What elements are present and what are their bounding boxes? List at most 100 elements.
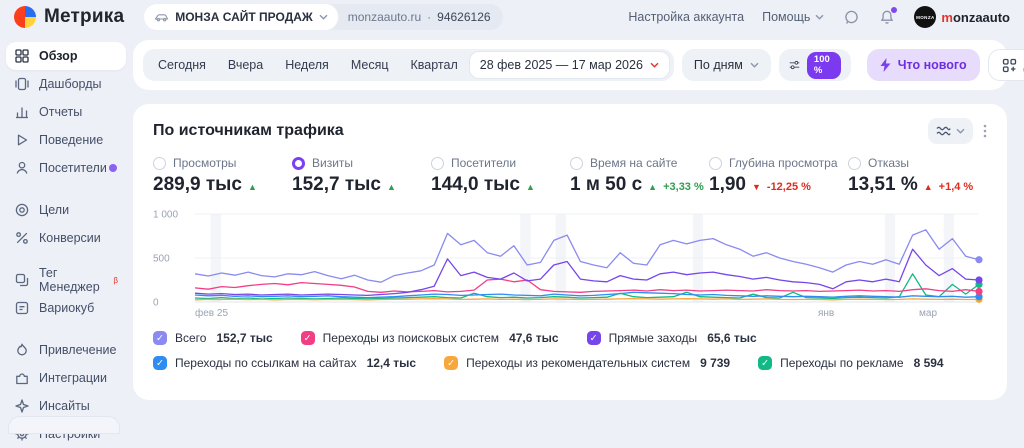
card-menu-button[interactable] — [983, 124, 987, 138]
metric-tab[interactable]: Просмотры289,9 тыс▲ — [153, 156, 292, 196]
trend-up-icon: ▲ — [526, 182, 535, 192]
traffic-chart[interactable]: 05001 000фев 25янвмар — [153, 206, 987, 327]
metric-label: Глубина просмотра — [729, 156, 838, 170]
overview-icon — [14, 48, 30, 64]
whats-new-label: Что нового — [898, 58, 967, 72]
waves-icon — [936, 125, 951, 137]
metric-tab[interactable]: Визиты152,7 тыс▲ — [292, 156, 431, 196]
metric-tab[interactable]: Посетители144,0 тыс▲ — [431, 156, 570, 196]
metric-delta: +3,33 % — [663, 181, 704, 193]
chevron-down-icon — [319, 14, 328, 20]
metric-label: Отказы — [868, 156, 909, 170]
counter-name-dropdown[interactable]: МОНЗА САЙТ ПРОДАЖ — [144, 4, 338, 30]
period-button[interactable]: Квартал — [400, 49, 469, 81]
period-button[interactable]: Вчера — [217, 49, 274, 81]
svg-text:янв: янв — [818, 308, 834, 319]
metric-delta: -12,25 % — [767, 181, 811, 193]
period-button[interactable]: Неделя — [274, 49, 340, 81]
radio-icon[interactable] — [709, 157, 722, 170]
sidebar-item-attraction[interactable]: Привлечение — [6, 336, 126, 364]
legend-label: Переходы из поисковых систем — [323, 331, 499, 345]
sidebar-item-label: Отчеты — [39, 105, 82, 119]
metric-label: Визиты — [312, 156, 353, 170]
notifications-button[interactable] — [878, 8, 896, 26]
counter-name: МОНЗА САЙТ ПРОДАЖ — [175, 10, 313, 24]
metric-delta: +1,4 % — [939, 181, 974, 193]
legend-checkbox-icon[interactable]: ✓ — [587, 331, 601, 345]
legend-checkbox-icon[interactable]: ✓ — [758, 356, 772, 370]
sidebar-item-goals[interactable]: Цели — [6, 196, 126, 224]
main-content: СегодняВчераНеделяМесяцКвартал 28 фев 20… — [133, 40, 1007, 400]
metric-tab[interactable]: Глубина просмотра1,90▼-12,25 % — [709, 156, 848, 196]
sidebar-item-dashboards[interactable]: Дашборды — [6, 70, 126, 98]
sidebar-item-overview[interactable]: Обзор — [6, 42, 126, 70]
sampling-control[interactable]: 100 % — [779, 49, 851, 81]
legend-value: 12,4 тыс — [367, 356, 417, 370]
counter-domain-id[interactable]: monzaauto.ru · 94626126 — [338, 10, 503, 24]
account-settings-link[interactable]: Настройка аккаунта — [628, 10, 744, 24]
new-feature-dot — [109, 164, 117, 172]
legend-item[interactable]: ✓Переходы по ссылкам на сайтах12,4 тыс — [153, 356, 416, 370]
whats-new-button[interactable]: Что нового — [867, 49, 980, 81]
dashboards-icon — [14, 76, 30, 92]
svg-text:фев 25: фев 25 — [195, 307, 228, 319]
sidebar-item-label: Обзор — [39, 49, 77, 63]
trend-up-icon: ▲ — [248, 182, 257, 192]
metric-value: 13,51 % — [848, 174, 918, 196]
sidebar-item-visitors[interactable]: Посетители — [6, 154, 126, 182]
legend-item[interactable]: ✓Переходы из поисковых систем47,6 тыс — [301, 331, 559, 345]
radio-icon[interactable] — [431, 157, 444, 170]
svg-text:0: 0 — [153, 298, 159, 309]
legend-item[interactable]: ✓Прямые заходы65,6 тыс — [587, 331, 757, 345]
sidebar-item-label: Интеграции — [39, 371, 107, 385]
metric-value: 144,0 тыс — [431, 174, 520, 196]
legend-item[interactable]: ✓Всего152,7 тыс — [153, 331, 273, 345]
metric-tab[interactable]: Отказы13,51 %▲+1,4 % — [848, 156, 987, 196]
sidebar-item-behavior[interactable]: Поведение — [6, 126, 126, 154]
behavior-icon — [14, 132, 30, 148]
sidebar-item-label: Конверсии — [39, 231, 101, 245]
granularity-dropdown[interactable]: По дням — [682, 49, 771, 81]
sidebar-item-variocube[interactable]: Вариокуб — [6, 294, 126, 322]
legend-item[interactable]: ✓Переходы по рекламе8 594 — [758, 356, 944, 370]
metric-tab[interactable]: Время на сайте1 м 50 с▲+3,33 % — [570, 156, 709, 196]
notification-dot — [891, 7, 897, 13]
date-range-value: 28 фев 2025 — 17 мар 2026 — [480, 58, 643, 72]
sidebar-item-reports[interactable]: Отчеты — [6, 98, 126, 126]
insights-icon — [14, 398, 30, 414]
chat-button[interactable] — [842, 8, 860, 26]
legend-checkbox-icon[interactable]: ✓ — [301, 331, 315, 345]
sidebar-item-tag-manager[interactable]: Тег Менеджерβ — [6, 266, 126, 294]
counter-selector: МОНЗА САЙТ ПРОДАЖ monzaauto.ru · 9462612… — [144, 4, 502, 30]
add-button[interactable]: Добавить — [988, 49, 1024, 81]
user-menu[interactable]: MONZA monzaauto — [914, 6, 1010, 28]
date-range-picker[interactable]: 28 фев 2025 — 17 мар 2026 — [469, 51, 670, 79]
legend-item[interactable]: ✓Переходы из рекомендательных систем9 73… — [444, 356, 730, 370]
counter-id: 94626126 — [437, 10, 490, 24]
sliders-icon — [789, 58, 800, 72]
legend-checkbox-icon[interactable]: ✓ — [444, 356, 458, 370]
sidebar-promo-card[interactable] — [8, 416, 120, 434]
svg-text:1 000: 1 000 — [153, 210, 178, 221]
toolbar: СегодняВчераНеделяМесяцКвартал 28 фев 20… — [133, 40, 1007, 90]
help-menu[interactable]: Помощь — [762, 10, 824, 24]
metrica-logo[interactable]: Метрика — [14, 6, 124, 28]
period-button[interactable]: Месяц — [340, 49, 400, 81]
chevron-down-icon — [815, 14, 824, 20]
radio-icon[interactable] — [570, 157, 583, 170]
radio-icon[interactable] — [153, 157, 166, 170]
sidebar-item-conversions[interactable]: Конверсии — [6, 224, 126, 252]
legend-value: 8 594 — [914, 356, 944, 370]
period-button[interactable]: Сегодня — [147, 49, 217, 81]
legend-checkbox-icon[interactable]: ✓ — [153, 331, 167, 345]
radio-icon[interactable] — [848, 157, 861, 170]
metric-value: 289,9 тыс — [153, 174, 242, 196]
kebab-icon — [983, 124, 987, 138]
sidebar-item-integrations[interactable]: Интеграции — [6, 364, 126, 392]
radio-selected-icon[interactable] — [292, 157, 305, 170]
reports-icon — [14, 104, 30, 120]
dot-separator: · — [427, 10, 431, 24]
legend-checkbox-icon[interactable]: ✓ — [153, 356, 167, 370]
legend-value: 152,7 тыс — [216, 331, 272, 345]
chart-type-selector[interactable] — [928, 118, 973, 144]
